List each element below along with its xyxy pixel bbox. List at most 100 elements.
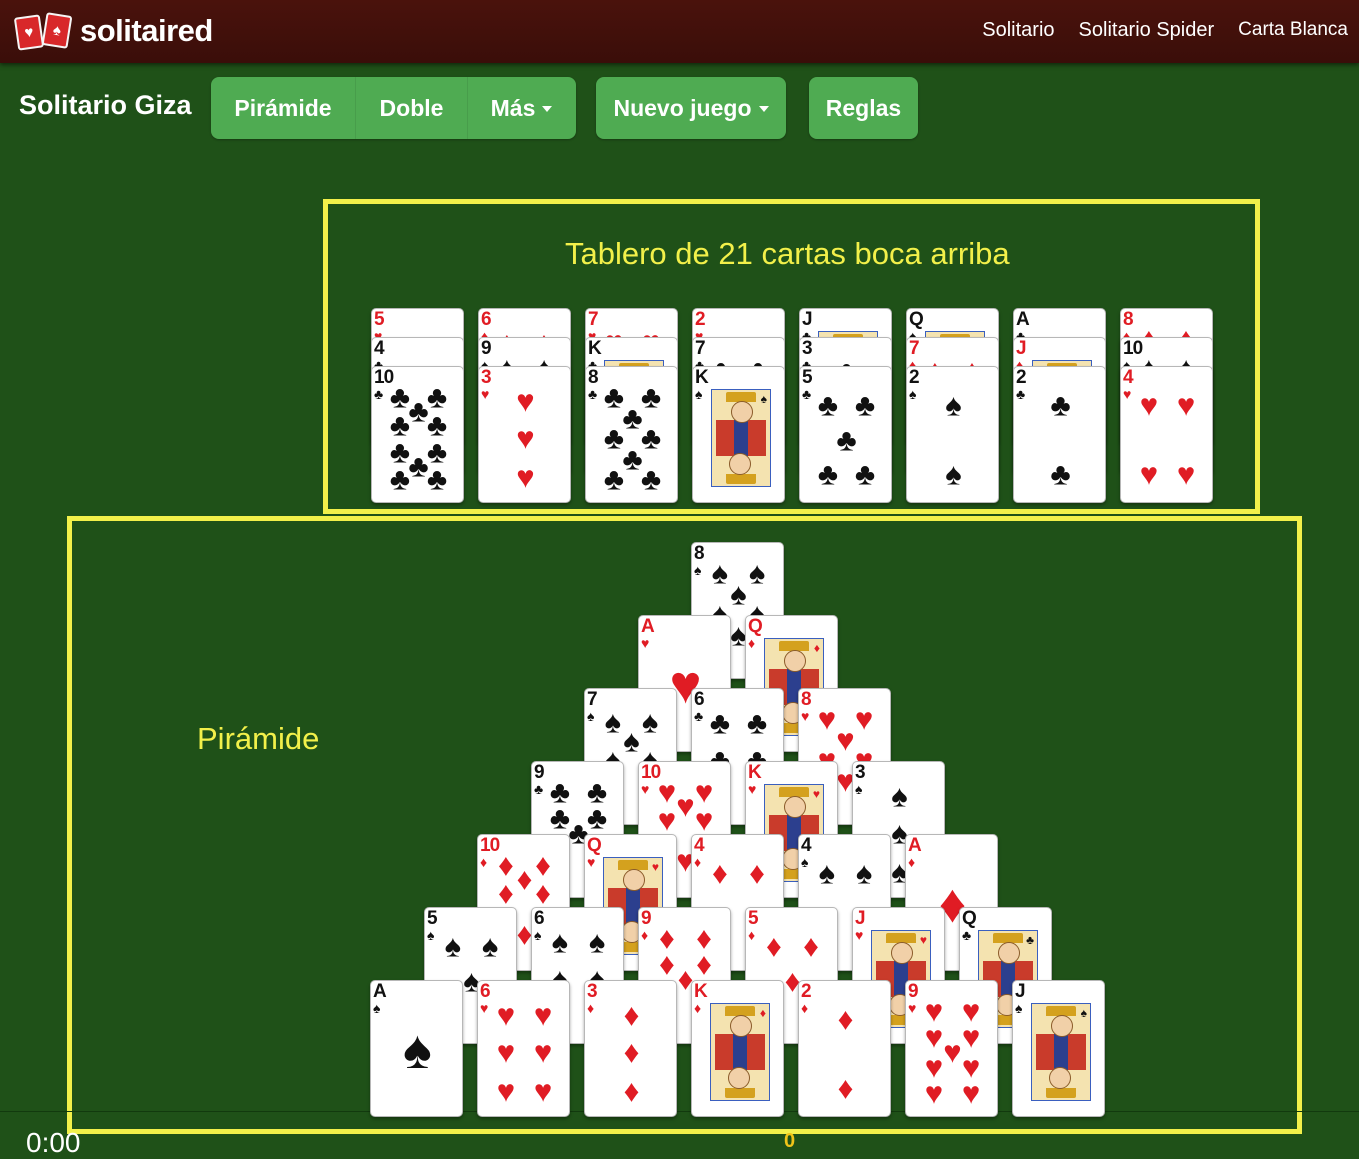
heart-icon: ♥ (817, 701, 837, 737)
caret-down-icon (758, 106, 769, 112)
diamond-icon: ♦ (623, 997, 640, 1033)
heart-icon: ♥ (854, 701, 874, 737)
diamond-icon: ♦ (658, 946, 675, 982)
club-icon: ♣ (640, 461, 662, 497)
piramide-button[interactable]: Pirámide (211, 77, 355, 139)
heart-icon: ♥ (924, 1075, 944, 1111)
pyramid-annotation-label: Pirámide (197, 721, 320, 756)
card-pips: ♦ ♦ (799, 981, 890, 1116)
playing-card[interactable]: 3 ♦ ♦ ♦ ♦ (584, 980, 677, 1117)
playing-card[interactable]: 2 ♠ ♠ ♠ (906, 366, 999, 503)
logo-cards-icon: ♥ ♠ (13, 12, 74, 51)
card-pips: ♥ ♥ ♥ ♥ ♥ ♥ (478, 981, 569, 1116)
club-icon: ♣ (586, 800, 608, 836)
spade-icon: ♠ (444, 928, 462, 964)
spade-icon: ♠ (748, 555, 766, 591)
playing-card[interactable]: 2 ♦ ♦ ♦ (798, 980, 891, 1117)
playing-card[interactable]: 10 ♣ ♣ ♣ ♣ ♣ ♣ ♣ ♣ ♣ ♣ ♣ (371, 366, 464, 503)
heart-icon: ♥ (1176, 456, 1196, 492)
card-corner-index: J ♥ (855, 908, 866, 943)
club-icon: ♣ (603, 420, 625, 456)
new-game-dropdown-button[interactable]: Nuevo juego (596, 77, 786, 139)
card-pips: ♣ ♣ (1014, 367, 1105, 502)
new-game-label: Nuevo juego (613, 94, 752, 121)
card-corner-index: Q ♦ (748, 616, 763, 651)
club-icon: ♣ (622, 400, 643, 436)
heart-icon: ♥ (961, 1019, 981, 1055)
diamond-icon: ♦ (837, 1001, 854, 1037)
card-corner-index: Q ♥ (587, 835, 602, 870)
heart-icon: ♥ (516, 383, 535, 419)
playing-card[interactable]: 8 ♣ ♣ ♣ ♣ ♣ ♣ ♣ ♣ ♣ (585, 366, 678, 503)
spade-icon: ♠ (623, 723, 640, 759)
spade-icon: ♠ (403, 1019, 432, 1080)
nav-link-carta-blanca[interactable]: Carta Blanca (1238, 19, 1348, 42)
heart-icon: ♥ (943, 1034, 962, 1070)
spade-icon: ♠ (641, 704, 659, 740)
rules-button[interactable]: Reglas (809, 77, 918, 139)
tableau-annotation-label: Tablero de 21 cartas boca arriba (565, 236, 1010, 271)
club-icon: ♣ (817, 387, 839, 423)
nav-link-solitario-spider[interactable]: Solitario Spider (1079, 19, 1215, 42)
card-pips: ♣ ♣ ♣ ♣ ♣ (800, 367, 891, 502)
club-icon: ♣ (389, 461, 411, 497)
playing-card[interactable]: A ♠ ♠ (370, 980, 463, 1117)
spade-icon: ♠ (855, 855, 873, 891)
spade-icon: ♠ (730, 576, 747, 612)
playing-card[interactable]: 9 ♥ ♥ ♥ ♥ ♥ ♥ ♥ ♥ ♥ ♥ (905, 980, 998, 1117)
heart-icon: ♥ (676, 788, 695, 824)
court-figure-icon: ♠ (1031, 1003, 1091, 1101)
spade-icon: ♠ (891, 778, 908, 814)
club-icon: ♣ (408, 448, 429, 484)
nav-links: Solitario Solitario Spider Carta Blanca (982, 19, 1348, 42)
diamond-icon: ♦ (765, 928, 782, 964)
diamond-icon: ♦ (623, 1034, 640, 1070)
site-logo[interactable]: ♥ ♠ solitaired (13, 12, 213, 51)
card-corner-index: K ♦ (694, 981, 708, 1016)
card-pips: ♣ ♣ ♣ ♣ ♣ ♣ ♣ ♣ (586, 367, 677, 502)
card-corner-index: K ♥ (748, 762, 762, 797)
heart-icon: ♥ (533, 1034, 553, 1070)
card-corner-index: Q ♣ (962, 908, 977, 943)
playing-card[interactable]: 6 ♥ ♥ ♥ ♥ ♥ ♥ ♥ (477, 980, 570, 1117)
mas-label: Más (490, 94, 536, 121)
card-pips: ♣ ♣ ♣ ♣ ♣ ♣ ♣ ♣ ♣ ♣ (372, 367, 463, 502)
playing-card[interactable]: 4 ♥ ♥ ♥ ♥ ♥ (1120, 366, 1213, 503)
logo-text: solitaired (80, 13, 213, 48)
heart-icon: ♥ (1139, 456, 1159, 492)
heart-icon: ♥ (13, 14, 45, 51)
card-corner-index: J ♠ (1015, 981, 1026, 1016)
mas-dropdown-button[interactable]: Más (467, 77, 575, 139)
nav-link-solitario[interactable]: Solitario (982, 19, 1054, 42)
card-pips: ♥ ♥ ♥ (479, 367, 570, 502)
game-timer: 0:00 (26, 1127, 81, 1158)
caret-down-icon (542, 106, 553, 112)
club-icon: ♣ (640, 420, 662, 456)
diamond-icon: ♦ (711, 855, 728, 891)
heart-icon: ♥ (533, 1073, 553, 1109)
heart-icon: ♥ (516, 459, 535, 495)
diamond-icon: ♦ (516, 861, 533, 897)
club-icon: ♣ (622, 441, 643, 477)
heart-icon: ♥ (1176, 387, 1196, 423)
club-icon: ♣ (603, 461, 625, 497)
playing-card[interactable]: K ♦ ♦ (691, 980, 784, 1117)
heart-icon: ♥ (961, 1075, 981, 1111)
card-pips: ♠ ♠ (907, 367, 998, 502)
playing-card[interactable]: J ♠ ♠ (1012, 980, 1105, 1117)
rules-group: Reglas (809, 77, 918, 139)
doble-button[interactable]: Doble (355, 77, 467, 139)
club-icon: ♣ (640, 379, 662, 415)
club-icon: ♣ (1050, 387, 1071, 423)
club-icon: ♣ (408, 393, 429, 429)
spade-icon: ♠ (481, 928, 499, 964)
game-score: 0 (784, 1130, 796, 1152)
diamond-icon: ♦ (749, 855, 766, 891)
spade-icon: ♠ (711, 555, 729, 591)
club-icon: ♣ (426, 461, 448, 497)
playing-card[interactable]: 5 ♣ ♣ ♣ ♣ ♣ ♣ (799, 366, 892, 503)
club-icon: ♣ (603, 379, 625, 415)
playing-card[interactable]: 2 ♣ ♣ ♣ (1013, 366, 1106, 503)
playing-card[interactable]: 3 ♥ ♥ ♥ ♥ (478, 366, 571, 503)
playing-card[interactable]: K ♠ ♠ (692, 366, 785, 503)
